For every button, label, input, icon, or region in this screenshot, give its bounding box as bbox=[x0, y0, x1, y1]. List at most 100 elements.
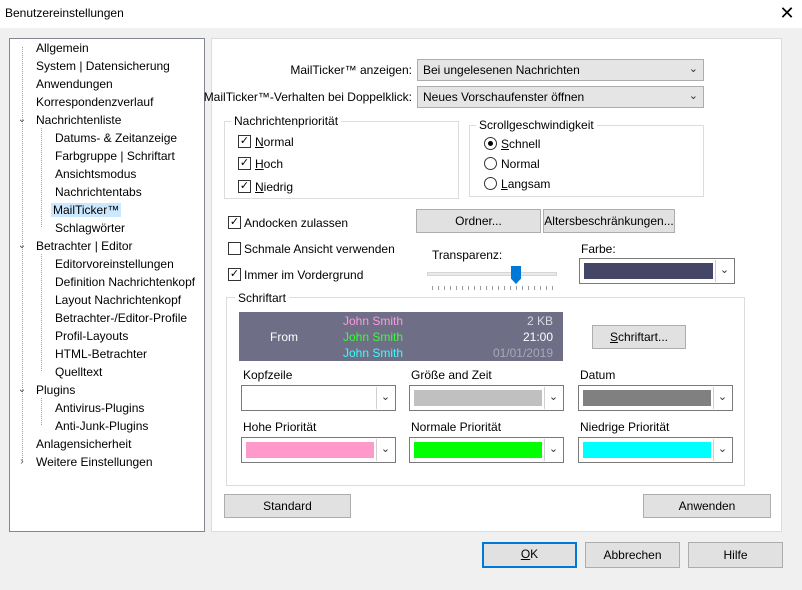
show-mailticker-select[interactable]: Bei ungelesenen Nachrichten ⌄ bbox=[417, 59, 704, 81]
chevron-down-icon[interactable]: ⌄ bbox=[17, 381, 27, 399]
settings-tree: Allgemein System | Datensicherung Anwend… bbox=[9, 38, 205, 532]
tree-item-farbgruppe[interactable]: Farbgruppe | Schriftart bbox=[53, 147, 177, 165]
tree-item-editorvoreinstellungen[interactable]: Editorvoreinstellungen bbox=[53, 255, 176, 273]
tree-item-profil-layouts[interactable]: Profil-Layouts bbox=[53, 327, 130, 345]
chevron-down-icon: ⌄ bbox=[376, 387, 394, 409]
tree-item-betrachter-editor-profile[interactable]: Betrachter-/Editor-Profile bbox=[53, 309, 189, 327]
hilfe-button[interactable]: Hilfe bbox=[688, 542, 783, 568]
slider-tick bbox=[492, 286, 493, 290]
chevron-down-icon[interactable]: ⌄ bbox=[17, 237, 27, 255]
scroll-schnell-radio[interactable] bbox=[484, 137, 497, 150]
chevron-down-icon: ⌄ bbox=[688, 90, 698, 102]
chevron-down-icon: ⌄ bbox=[544, 387, 562, 409]
preview-sender-2: John Smith bbox=[343, 330, 404, 344]
chevron-down-icon[interactable]: ⌄ bbox=[17, 111, 27, 129]
slider-tick bbox=[528, 286, 529, 290]
slider-tick bbox=[516, 286, 517, 290]
slider-thumb[interactable] bbox=[511, 266, 521, 284]
farbe-select[interactable]: ⌄ bbox=[579, 258, 735, 284]
ordner-button[interactable]: Ordner... bbox=[416, 209, 541, 233]
scroll-schnell-label: Schnell bbox=[501, 137, 541, 151]
tree-item-anlagensicherheit[interactable]: Anlagensicherheit bbox=[34, 435, 133, 453]
schmale-ansicht-label: Schmale Ansicht verwenden bbox=[244, 242, 395, 256]
andocken-checkbox[interactable]: ✓ bbox=[228, 216, 241, 229]
standard-button[interactable]: Standard bbox=[224, 494, 351, 518]
chevron-right-icon[interactable]: › bbox=[17, 453, 27, 471]
transparenz-slider[interactable] bbox=[427, 266, 557, 292]
tree-item-anwendungen[interactable]: Anwendungen bbox=[34, 75, 115, 93]
tree-item-layout-nachrichtenkopf[interactable]: Layout Nachrichtenkopf bbox=[53, 291, 183, 309]
scroll-langsam-label: Langsam bbox=[501, 177, 551, 191]
tree-item-definition-nachrichtenkopf[interactable]: Definition Nachrichtenkopf bbox=[53, 273, 197, 291]
tree-item-weitere-einstellungen[interactable]: Weitere Einstellungen bbox=[34, 453, 155, 471]
tree-item-antivirus-plugins[interactable]: Antivirus-Plugins bbox=[53, 399, 146, 417]
niedrige-swatch bbox=[583, 442, 711, 458]
tree-item-nachrichtentabs[interactable]: Nachrichtentabs bbox=[53, 183, 144, 201]
slider-tick bbox=[534, 286, 535, 290]
tree-item-betrachter-editor[interactable]: Betrachter | Editor bbox=[34, 237, 135, 255]
tree-item-mailticker[interactable]: MailTicker™ bbox=[51, 201, 122, 219]
preview-time: 21:00 bbox=[522, 330, 553, 344]
priority-group-title: Nachrichtenpriorität bbox=[231, 114, 342, 128]
kopfzeile-color-select[interactable]: ⌄ bbox=[241, 385, 396, 411]
tree-item-schlagwoerter[interactable]: Schlagwörter bbox=[53, 219, 127, 237]
tree-item-html-betrachter[interactable]: HTML-Betrachter bbox=[53, 345, 149, 363]
abbrechen-button[interactable]: Abbrechen bbox=[585, 542, 680, 568]
slider-tick bbox=[432, 286, 433, 290]
slider-tick bbox=[438, 286, 439, 290]
scroll-normal-radio[interactable] bbox=[484, 157, 497, 170]
slider-tick bbox=[510, 286, 511, 290]
scroll-langsam-radio[interactable] bbox=[484, 177, 497, 190]
slider-tick bbox=[552, 286, 553, 290]
scroll-normal-label: Normal bbox=[501, 157, 540, 171]
tree-item-ansichtsmodus[interactable]: Ansichtsmodus bbox=[53, 165, 138, 183]
normale-prioritaet-label: Normale Priorität bbox=[411, 420, 502, 434]
schmale-ansicht-checkbox[interactable] bbox=[228, 242, 241, 255]
datum-color-select[interactable]: ⌄ bbox=[578, 385, 733, 411]
andocken-label: Andocken zulassen bbox=[244, 216, 349, 230]
tree-item-nachrichtenliste[interactable]: Nachrichtenliste bbox=[34, 111, 123, 129]
priority-hoch-checkbox[interactable]: ✓ bbox=[238, 157, 251, 170]
chevron-down-icon: ⌄ bbox=[544, 439, 562, 461]
tree-item-system[interactable]: System | Datensicherung bbox=[34, 57, 172, 75]
priority-normal-checkbox[interactable]: ✓ bbox=[238, 135, 251, 148]
preview-sender-1: John Smith bbox=[343, 314, 404, 328]
hohe-prioritaet-color-select[interactable]: ⌄ bbox=[241, 437, 396, 463]
slider-tick bbox=[456, 286, 457, 290]
slider-tick bbox=[444, 286, 445, 290]
slider-tick bbox=[498, 286, 499, 290]
preview-from-label: From bbox=[270, 330, 298, 344]
tree-item-datum-zeit[interactable]: Datums- & Zeitanzeige bbox=[53, 129, 179, 147]
ok-button[interactable]: OK bbox=[482, 542, 577, 568]
tree-item-anti-junk-plugins[interactable]: Anti-Junk-Plugins bbox=[53, 417, 150, 435]
preview-size: 2 KB bbox=[526, 314, 553, 328]
slider-tick bbox=[486, 286, 487, 290]
hohe-prioritaet-label: Hohe Priorität bbox=[243, 420, 317, 434]
hohe-swatch bbox=[246, 442, 374, 458]
tree-item-plugins[interactable]: Plugins bbox=[34, 381, 77, 399]
vordergrund-label: Immer im Vordergrund bbox=[244, 268, 364, 282]
close-icon[interactable]: ✕ bbox=[776, 2, 798, 24]
tree-item-allgemein[interactable]: Allgemein bbox=[34, 39, 91, 57]
vordergrund-checkbox[interactable]: ✓ bbox=[228, 268, 241, 281]
groesse-label: Größe and Zeit bbox=[411, 368, 492, 382]
tree-connector bbox=[41, 128, 42, 227]
altersbeschraenkungen-button[interactable]: Altersbeschränkungen... bbox=[543, 209, 675, 233]
niedrige-prioritaet-color-select[interactable]: ⌄ bbox=[578, 437, 733, 463]
tree-item-korrespondenzverlauf[interactable]: Korrespondenzverlauf bbox=[34, 93, 155, 111]
anwenden-button[interactable]: Anwenden bbox=[643, 494, 771, 518]
tree-item-quelltext[interactable]: Quelltext bbox=[53, 363, 104, 381]
doubleclick-behavior-select[interactable]: Neues Vorschaufenster öffnen ⌄ bbox=[417, 86, 704, 108]
groesse-color-select[interactable]: ⌄ bbox=[409, 385, 564, 411]
schriftart-button[interactable]: Schriftart... bbox=[592, 325, 686, 349]
datum-label: Datum bbox=[580, 368, 616, 382]
normale-prioritaet-color-select[interactable]: ⌄ bbox=[409, 437, 564, 463]
priority-hoch-label: Hoch bbox=[255, 157, 284, 171]
kopfzeile-swatch bbox=[246, 390, 374, 406]
slider-tick bbox=[480, 286, 481, 290]
slider-tick bbox=[474, 286, 475, 290]
schriftart-group-title: Schriftart bbox=[235, 291, 290, 305]
tree-connector bbox=[41, 254, 42, 371]
priority-niedrig-checkbox[interactable]: ✓ bbox=[238, 180, 251, 193]
chevron-down-icon: ⌄ bbox=[376, 439, 394, 461]
